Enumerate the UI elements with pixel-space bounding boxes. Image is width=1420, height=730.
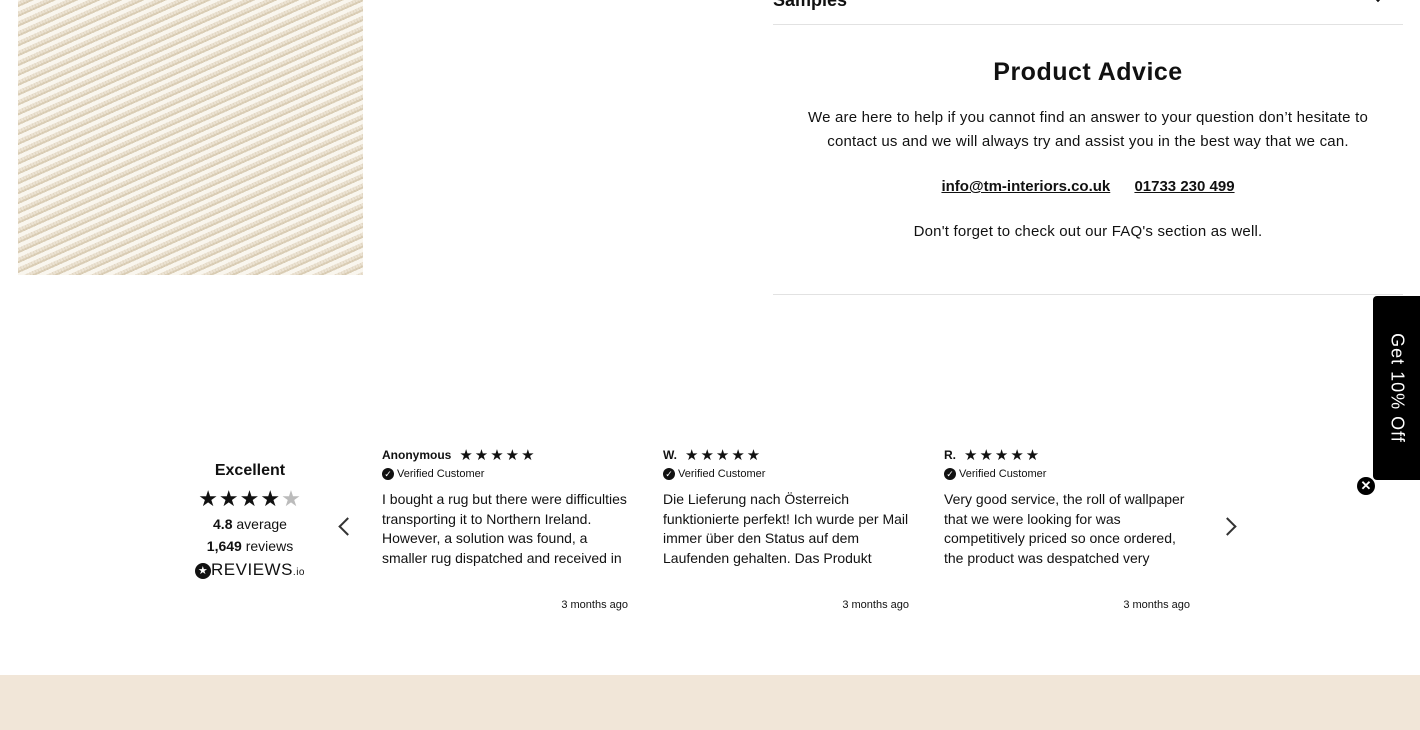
review-date: 3 months ago — [842, 599, 909, 611]
review-text[interactable]: I bought a rug but there were difficulti… — [382, 490, 628, 568]
star-icon: ★ — [195, 563, 212, 579]
discount-promo-tab[interactable]: Get 10% Off — [1373, 296, 1420, 480]
verified-label: Verified Customer — [397, 468, 485, 481]
samples-accordion-title: Samples — [773, 0, 848, 10]
review-date: 3 months ago — [1123, 599, 1190, 611]
rating-stars: ★★★★★ — [185, 486, 315, 512]
product-advice-section: Product Advice We are here to help if yo… — [773, 24, 1403, 295]
logo-text: REVIEWS — [211, 560, 293, 579]
reviews-summary: Excellent ★★★★★ 4.8 average 1,649 review… — [185, 462, 315, 580]
samples-accordion[interactable]: Samples — [773, 0, 1403, 25]
verified-check-icon: ✓ — [382, 468, 394, 481]
product-advice-title: Product Advice — [993, 58, 1183, 86]
reviewer-name: Anonymous — [382, 448, 452, 462]
review-text[interactable]: Very good service, the roll of wallpaper… — [944, 490, 1190, 568]
average-value: 4.8 — [213, 516, 233, 532]
review-count-value: 1,649 — [206, 538, 242, 554]
product-image[interactable] — [18, 0, 363, 275]
reviewer-name: W. — [663, 448, 677, 462]
review-stars: ★★★★★ — [964, 447, 1042, 464]
rating-label: Excellent — [214, 462, 286, 479]
reviews-io-logo[interactable]: ★ REVIEWS.io — [185, 560, 315, 580]
product-advice-text: We are here to help if you cannot find a… — [808, 109, 1368, 150]
close-icon[interactable]: ✕ — [1357, 477, 1375, 495]
phone-link[interactable]: 01733 230 499 — [1134, 178, 1234, 195]
email-link[interactable]: info@tm-interiors.co.uk — [941, 178, 1110, 195]
review-date: 3 months ago — [561, 599, 628, 611]
review-card: Anonymous ★★★★★ ✓ Verified Customer I boug… — [382, 446, 628, 616]
chevron-down-icon — [1370, 0, 1386, 3]
promo-label: Get 10% Off — [1387, 333, 1407, 443]
faq-note: Don't forget to check out our FAQ's sect… — [913, 223, 1263, 240]
verified-check-icon: ✓ — [944, 468, 956, 481]
footer-band — [0, 675, 1420, 730]
half-star-icon: ★ — [281, 486, 302, 511]
contact-links: info@tm-interiors.co.uk 01733 230 499 — [773, 178, 1403, 195]
reviewer-name: R. — [944, 448, 956, 462]
review-card: R. ★★★★★ ✓ Verified Customer Very good ser… — [944, 446, 1190, 616]
review-card: W. ★★★★★ ✓ Verified Customer Die Lieferung… — [663, 446, 909, 616]
star-icons: ★★★★ — [198, 486, 282, 511]
verified-label: Verified Customer — [678, 468, 766, 481]
verified-label: Verified Customer — [959, 468, 1047, 481]
average-label: average — [236, 516, 287, 532]
review-stars: ★★★★★ — [685, 447, 763, 464]
review-count-label: reviews — [245, 538, 294, 554]
logo-suffix: .io — [292, 567, 305, 578]
chevron-right-icon[interactable] — [1218, 517, 1237, 536]
verified-check-icon: ✓ — [663, 468, 675, 481]
chevron-left-icon[interactable] — [338, 517, 357, 536]
review-count: 1,649 reviews — [185, 538, 315, 554]
review-stars: ★★★★★ — [459, 447, 537, 464]
average-rating: 4.8 average — [185, 516, 315, 532]
review-text[interactable]: Die Lieferung nach Österreich funktionie… — [663, 490, 909, 568]
